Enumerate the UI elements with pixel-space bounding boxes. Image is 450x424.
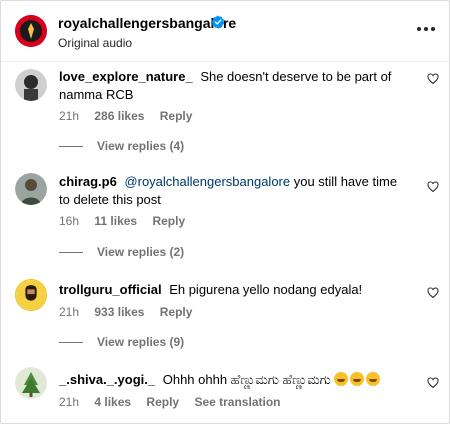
- comment-meta: 21h 933 likes Reply: [59, 305, 204, 319]
- reply-button[interactable]: Reply: [146, 395, 179, 409]
- comments-panel: royalchallengersbangalore Original audio…: [0, 0, 450, 424]
- more-options-icon[interactable]: [416, 21, 436, 37]
- comment-item: _.shiva._.yogi._ Ohhh ohhh ಹೆಣ್ಣುಮಗು ಹೆಣ…: [1, 363, 449, 419]
- comment-message: Eh pigurena yello nodang edyala!: [169, 282, 363, 297]
- comment-mention[interactable]: @royalchallengersbangalore: [124, 174, 290, 189]
- reply-button[interactable]: Reply: [160, 305, 193, 319]
- comment-text: _.shiva._.yogi._ Ohhh ohhh ಹೆಣ್ಣುಮಗು ಹೆಣ…: [59, 371, 409, 389]
- comment-item: love_explore_nature_ She doesn't deserve…: [1, 63, 449, 163]
- comment-text: trollguru_official Eh pigurena yello nod…: [59, 281, 409, 299]
- divider-line: [59, 252, 83, 254]
- comment-age: 21h: [59, 305, 80, 319]
- comment-meta: 21h 4 likes Reply See translation: [59, 395, 292, 409]
- reply-button[interactable]: Reply: [152, 214, 185, 228]
- divider-line: [59, 342, 83, 344]
- audio-label[interactable]: Original audio: [58, 36, 132, 50]
- profile-avatar[interactable]: [15, 15, 47, 47]
- comment-age: 21h: [59, 109, 80, 123]
- comment-item: trollguru_official Eh pigurena yello nod…: [1, 273, 449, 359]
- heart-outline-icon[interactable]: [427, 377, 439, 389]
- heart-outline-icon[interactable]: [427, 73, 439, 85]
- avatar[interactable]: [15, 367, 47, 399]
- view-replies-button[interactable]: View replies (4): [59, 139, 184, 153]
- comment-message: Ohhh ohhh ಹೆಣ್ಣುಮಗು ಹೆಣ್ಣುಮಗು: [162, 372, 331, 387]
- comment-likes[interactable]: 286 likes: [94, 109, 144, 123]
- view-replies-button[interactable]: View replies (9): [59, 335, 184, 349]
- comment-item: chirag.p6 @royalchallengersbangalore you…: [1, 169, 449, 269]
- heart-outline-icon[interactable]: [427, 181, 439, 193]
- comment-username[interactable]: _.shiva._.yogi._: [59, 372, 155, 387]
- heart-outline-icon[interactable]: [427, 287, 439, 299]
- avatar[interactable]: [15, 69, 47, 101]
- comment-username[interactable]: love_explore_nature_: [59, 69, 193, 84]
- user-avatar-icon: [16, 280, 46, 310]
- comment-text: chirag.p6 @royalchallengersbangalore you…: [59, 173, 409, 209]
- comment-age: 21h: [59, 395, 80, 409]
- verified-badge-icon: [211, 15, 225, 29]
- laughing-emoji-icon: [334, 372, 349, 386]
- divider-line: [59, 146, 83, 148]
- rcb-logo-icon: [15, 15, 47, 47]
- see-translation-button[interactable]: See translation: [194, 395, 280, 409]
- comment-likes[interactable]: 11 likes: [94, 214, 137, 228]
- avatar[interactable]: [15, 279, 47, 311]
- comment-meta: 21h 286 likes Reply: [59, 109, 204, 123]
- comment-text: love_explore_nature_ She doesn't deserve…: [59, 68, 409, 104]
- reply-button[interactable]: Reply: [160, 109, 193, 123]
- user-avatar-icon: [15, 367, 47, 399]
- avatar[interactable]: [15, 173, 47, 205]
- comment-age: 16h: [59, 214, 80, 228]
- post-header: royalchallengersbangalore Original audio: [1, 1, 449, 62]
- view-replies-button[interactable]: View replies (2): [59, 245, 184, 259]
- user-avatar-icon: [15, 173, 47, 205]
- comment-username[interactable]: chirag.p6: [59, 174, 117, 189]
- account-username[interactable]: royalchallengersbangalore: [58, 15, 236, 31]
- laughing-emoji-icon: [366, 372, 381, 386]
- laughing-emoji-icon: [350, 372, 365, 386]
- comment-likes[interactable]: 4 likes: [94, 395, 131, 409]
- comment-likes[interactable]: 933 likes: [94, 305, 144, 319]
- comment-meta: 16h 11 likes Reply: [59, 214, 197, 228]
- user-avatar-icon: [15, 69, 47, 101]
- comment-username[interactable]: trollguru_official: [59, 282, 162, 297]
